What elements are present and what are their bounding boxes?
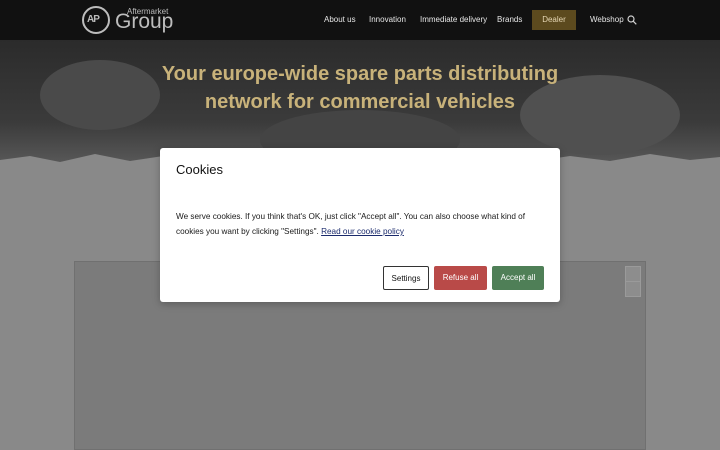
- site-logo[interactable]: AP Aftermarket Group: [82, 5, 173, 35]
- cookie-dialog-title: Cookies: [176, 162, 223, 177]
- cookie-dialog-text: We serve cookies. If you think that's OK…: [176, 209, 546, 239]
- nav-item-innovation[interactable]: Innovation: [369, 0, 406, 40]
- search-icon[interactable]: [627, 15, 637, 25]
- nav-item-about-us[interactable]: About us: [324, 0, 356, 40]
- accept-all-button[interactable]: Accept all: [492, 266, 544, 290]
- cookie-dialog: Cookies We serve cookies. If you think t…: [160, 148, 560, 302]
- nav-item-webshop[interactable]: Webshop: [590, 0, 624, 40]
- logo-title: Group: [115, 10, 174, 33]
- nav-item-immediate-delivery[interactable]: Immediate delivery: [420, 0, 487, 40]
- logo-mark: AP: [87, 14, 100, 25]
- cookie-policy-link[interactable]: Read our cookie policy: [321, 227, 404, 236]
- nav-item-brands[interactable]: Brands: [497, 0, 522, 40]
- refuse-all-button[interactable]: Refuse all: [434, 266, 487, 290]
- settings-button[interactable]: Settings: [383, 266, 429, 290]
- nav-dealer-button[interactable]: Dealer: [532, 10, 576, 30]
- logo-emblem: AP: [82, 6, 110, 34]
- site-header: AP Aftermarket Group About us Innovation…: [0, 0, 720, 40]
